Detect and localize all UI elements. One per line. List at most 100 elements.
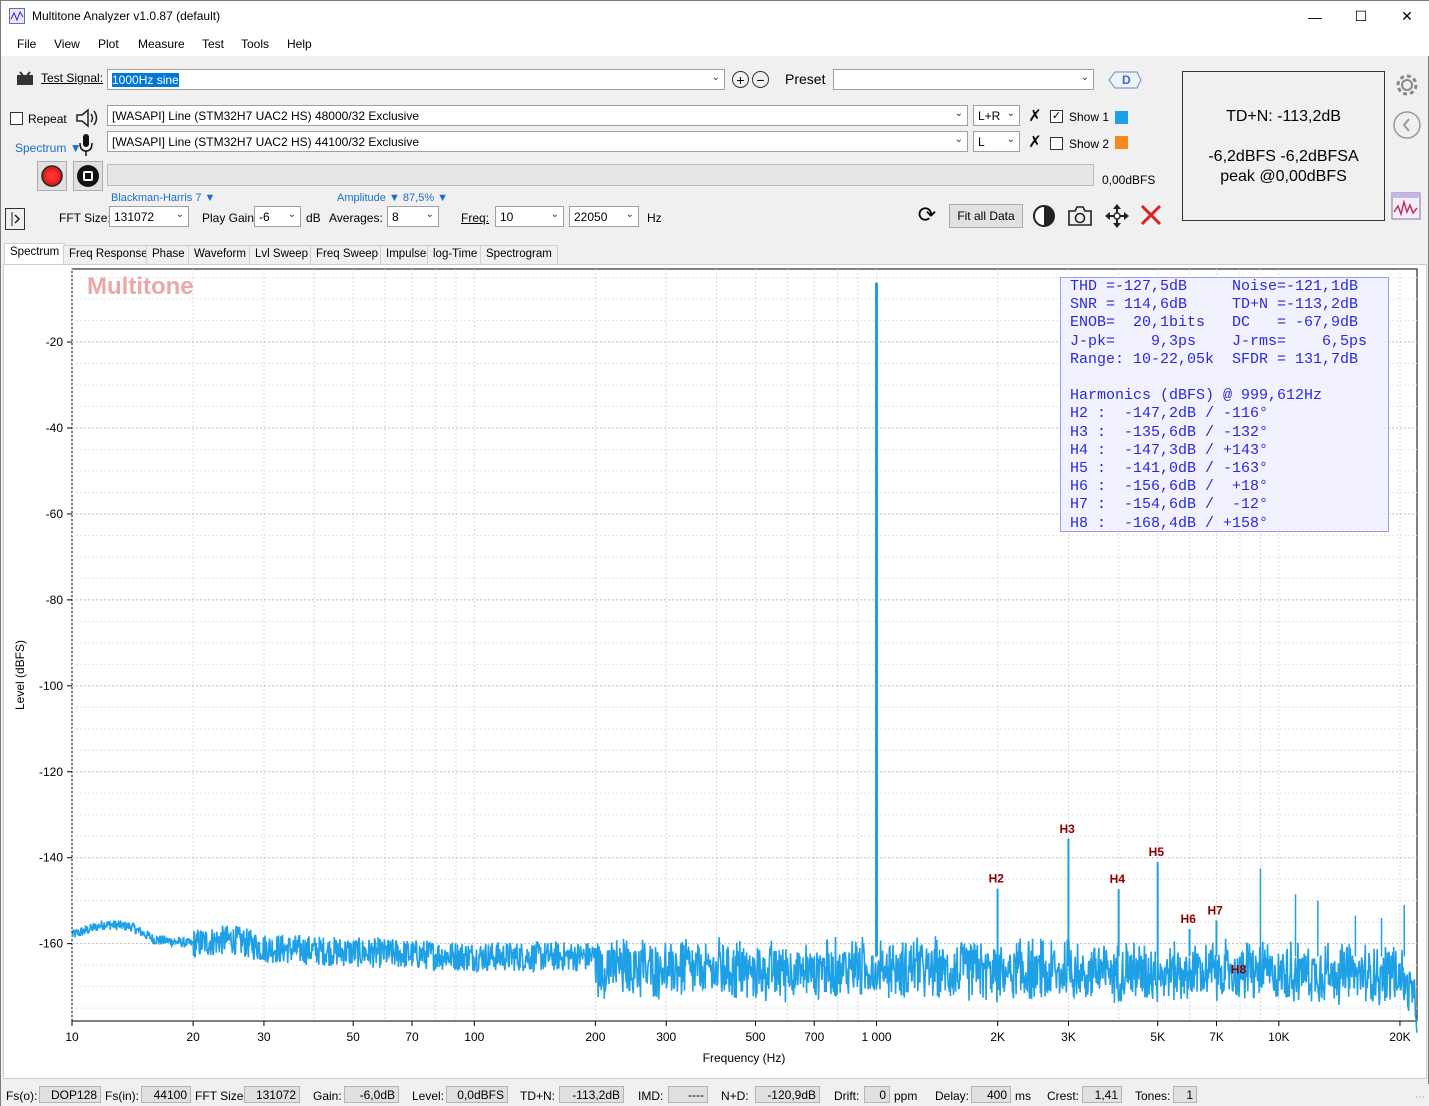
freq-min-value: 10 [500,210,514,224]
status-nd: -120,9dB [755,1086,820,1103]
stats-row: H5 : -141,0dB / -163° [1070,460,1269,478]
maximize-button[interactable]: ☐ [1338,1,1384,32]
tools-icon[interactable]: ✗ [1026,133,1044,151]
averages-combo[interactable]: 8 ⌄ [387,206,439,227]
stats-row: H6 : -156,6dB / +18° [1070,478,1269,496]
chevron-down-icon: ⌄ [954,108,963,119]
menu-tools[interactable]: Tools [241,37,269,51]
level-readout: 0,00dBFS [1102,173,1156,187]
refresh-icon[interactable]: ⟳ [915,202,939,227]
status-drift-label: Drift: [834,1089,860,1103]
play-gain-combo[interactable]: -6 ⌄ [254,206,301,227]
status-drift-unit: ppm [894,1089,918,1103]
stats-row: J-pk= 9,3ps J-rms= 6,5ps [1070,332,1368,350]
stats-row: H2 : -147,2dB / -116° [1070,405,1269,423]
speaker-icon[interactable] [74,105,100,131]
averages-label: Averages: [329,211,383,225]
y-axis-label: Level (dBFS) [13,640,27,710]
amplitude-selector[interactable]: Amplitude ▼ 87,5% ▼ [337,192,448,204]
resize-grip-icon[interactable]: ⋯ [1415,1092,1425,1103]
menu-help[interactable]: Help [287,37,312,51]
measurement-stats-box: THD =-127,5dB Noise=-121,1dB SNR = 114,6d… [1060,277,1389,532]
preset-combo[interactable]: ⌄ [833,69,1094,90]
dsd-icon[interactable]: D [1107,68,1143,92]
freq-label[interactable]: Freq: [461,211,489,225]
pan-move-icon[interactable] [1103,202,1131,230]
harmonic-label: H8 [1231,963,1247,977]
load-signal-icon[interactable] [15,69,35,87]
chevron-down-icon: ⌄ [711,72,720,83]
show2-color-swatch[interactable] [1115,136,1128,149]
remove-signal-icon[interactable]: − [752,71,769,88]
minimize-button[interactable]: — [1292,1,1338,32]
spectrum-mode-label[interactable]: Spectrum ▼ [15,141,82,155]
record-button[interactable] [37,161,67,191]
y-tick-label: -80 [46,593,64,607]
x-tick-label: 700 [804,1030,824,1044]
show1-color-swatch[interactable] [1115,111,1128,124]
input-channel-combo[interactable]: L ⌄ [973,131,1020,152]
tools-icon[interactable]: ✗ [1026,107,1044,125]
camera-icon[interactable] [1066,203,1094,229]
repeat-checkbox[interactable] [10,112,23,125]
tab-lvl-sweep[interactable]: Lvl Sweep [249,245,315,264]
tab-spectrogram[interactable]: Spectrogram [480,245,558,264]
harmonic-label: H4 [1110,872,1126,886]
side-panel-toggle-icon[interactable] [5,208,25,230]
x-tick-label: 30 [257,1030,271,1044]
add-signal-icon[interactable]: + [732,71,749,88]
show2-checkbox[interactable] [1050,137,1063,150]
input-device-value: [WASAPI] Line (STM32H7 UAC2 HS) 44100/32… [112,135,420,149]
menu-plot[interactable]: Plot [98,37,119,51]
summary-tdn: TD+N: -113,2dB [1226,108,1341,125]
y-tick-label: -140 [39,851,63,865]
tab-waveform[interactable]: Waveform [188,245,252,264]
output-channel-combo[interactable]: L+R ⌄ [973,105,1020,126]
chevron-down-icon: ⌄ [1006,134,1015,145]
settings-gear-icon[interactable] [1391,69,1423,101]
test-signal-combo[interactable]: 1000Hz sine ⌄ [107,69,725,90]
clear-icon[interactable] [1138,202,1164,228]
microphone-icon[interactable] [77,132,95,158]
menu-measure[interactable]: Measure [138,37,185,51]
menu-test[interactable]: Test [202,37,224,51]
tab-freq-response[interactable]: Freq Response [63,245,154,264]
status-crest-label: Crest: [1047,1089,1080,1103]
test-signal-label[interactable]: Test Signal: [41,71,103,85]
close-button[interactable]: ✕ [1384,1,1429,32]
tab-phase[interactable]: Phase [146,245,191,264]
spectrogram-view-icon[interactable] [1390,191,1422,221]
contrast-icon[interactable] [1031,203,1057,229]
fft-size-combo[interactable]: 131072 ⌄ [109,206,189,227]
tab-impulse[interactable]: Impulse [380,245,433,264]
menu-file[interactable]: File [17,37,36,51]
window-function-selector[interactable]: Blackman-Harris 7 ▼ [111,192,215,204]
tab-freq-sweep[interactable]: Freq Sweep [310,245,385,264]
menu-bar: File View Plot Measure Test Tools Help [1,32,1429,56]
stats-row: H4 : -147,3dB / +143° [1070,441,1269,459]
title-bar: Multitone Analyzer v1.0.87 (default) — ☐… [1,1,1429,32]
level-meter [107,164,1094,186]
summary-panel: TD+N: -113,2dB -6,2dBFS -6,2dBFSA peak @… [1182,71,1385,221]
stats-row: H8 : -168,4dB / +158° [1070,514,1269,532]
freq-unit: Hz [647,211,662,225]
show1-checkbox[interactable]: ✓ [1050,110,1063,123]
menu-view[interactable]: View [54,37,80,51]
tab-log-time[interactable]: log-Time [427,245,484,264]
tab-spectrum[interactable]: Spectrum [4,243,66,264]
x-tick-label: 200 [585,1030,605,1044]
stop-button[interactable] [73,161,103,191]
fit-all-data-button[interactable]: Fit all Data [949,204,1023,228]
input-device-combo[interactable]: [WASAPI] Line (STM32H7 UAC2 HS) 44100/32… [107,131,968,152]
status-tones: 1 [1173,1086,1197,1103]
freq-max-combo[interactable]: 22050 ⌄ [569,206,639,227]
x-axis-ticks: 10 20 30 50 70 100 200 300 500 700 1 000 2K 3K 5K 7K 10… [65,1021,1411,1044]
status-tdn: -113,2dB [559,1086,624,1103]
window-title: Multitone Analyzer v1.0.87 (default) [32,9,221,23]
clock-icon[interactable] [1391,109,1423,141]
x-tick-label: 5K [1150,1030,1165,1044]
stats-row: Harmonics (dBFS) @ 999,612Hz [1070,387,1323,405]
freq-min-combo[interactable]: 10 ⌄ [495,206,564,227]
output-device-combo[interactable]: [WASAPI] Line (STM32H7 UAC2 HS) 48000/32… [107,105,968,126]
record-icon [41,165,63,187]
